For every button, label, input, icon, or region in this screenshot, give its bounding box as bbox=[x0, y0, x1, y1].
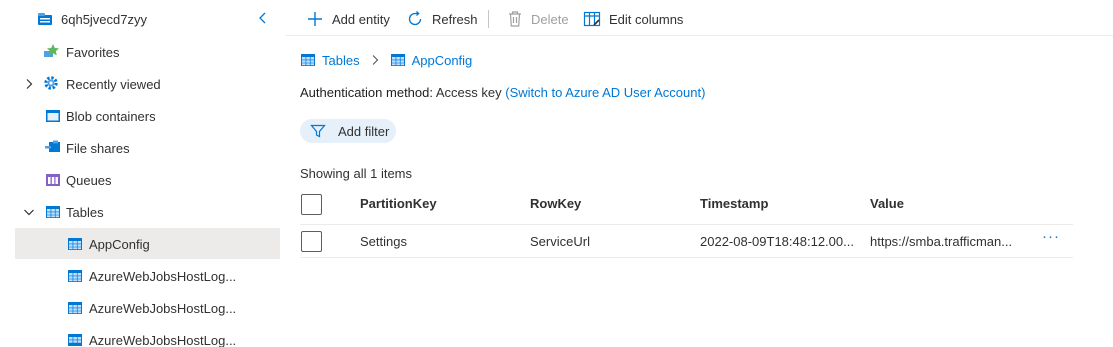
sidebar-item-label: Blob containers bbox=[66, 109, 156, 124]
breadcrumb: Tables AppConfig bbox=[300, 51, 472, 69]
table-icon bbox=[67, 300, 83, 316]
toolbar-divider bbox=[488, 10, 489, 28]
chevron-right-icon[interactable] bbox=[23, 78, 35, 90]
breadcrumb-appconfig[interactable]: AppConfig bbox=[390, 52, 473, 68]
sidebar-item-label: AppConfig bbox=[89, 237, 150, 252]
sidebar-item-label: Recently viewed bbox=[66, 77, 161, 92]
sidebar: 6qh5jvecd7zyy Favorites Recently viewed bbox=[0, 0, 286, 347]
add-filter-button[interactable]: Add filter bbox=[300, 119, 396, 143]
sidebar-item-appconfig[interactable]: AppConfig bbox=[15, 228, 280, 259]
refresh-icon bbox=[408, 11, 422, 26]
sidebar-item-favorites[interactable]: Favorites bbox=[15, 36, 280, 67]
auth-method-value: Access key bbox=[435, 85, 502, 100]
filter-icon bbox=[310, 124, 326, 138]
sidebar-item-label: Tables bbox=[66, 205, 104, 220]
file-share-icon bbox=[44, 139, 60, 155]
edit-columns-icon bbox=[583, 11, 601, 27]
column-header-rowkey[interactable]: RowKey bbox=[530, 196, 581, 211]
refresh-label: Refresh bbox=[432, 11, 478, 27]
sidebar-item-recently-viewed[interactable]: Recently viewed bbox=[15, 68, 280, 99]
breadcrumb-chevron-icon bbox=[370, 54, 380, 66]
column-header-timestamp[interactable]: Timestamp bbox=[700, 196, 768, 211]
table-icon bbox=[301, 54, 315, 66]
table-header: PartitionKey RowKey Timestamp Value bbox=[300, 186, 1073, 222]
trash-icon bbox=[509, 11, 521, 27]
sidebar-item-tables[interactable]: Tables bbox=[15, 196, 280, 227]
breadcrumb-tables[interactable]: Tables bbox=[300, 52, 360, 68]
table-row[interactable]: Settings ServiceUrl 2022-08-09T18:48:12.… bbox=[300, 224, 1073, 258]
switch-auth-link[interactable]: (Switch to Azure AD User Account) bbox=[505, 85, 705, 100]
sidebar-item-label: Favorites bbox=[66, 45, 120, 60]
column-header-value[interactable]: Value bbox=[870, 196, 904, 211]
delete-label: Delete bbox=[531, 11, 569, 27]
sidebar-item-label: AzureWebJobsHostLog... bbox=[89, 333, 237, 347]
sidebar-item-azurewebjobshostlogs-3[interactable]: AzureWebJobsHostLog... bbox=[15, 324, 280, 347]
more-actions-icon[interactable]: ··· bbox=[1042, 229, 1062, 248]
add-entity-label: Add entity bbox=[332, 11, 390, 27]
sidebar-item-blob-containers[interactable]: Blob containers bbox=[15, 100, 280, 131]
table-icon bbox=[67, 236, 83, 252]
select-all-checkbox[interactable] bbox=[301, 194, 322, 215]
sidebar-item-label: 6qh5jvecd7zyy bbox=[61, 12, 147, 27]
cell-rowkey: ServiceUrl bbox=[530, 234, 590, 249]
chevron-down-icon[interactable] bbox=[23, 206, 35, 218]
breadcrumb-tables-label: Tables bbox=[322, 52, 360, 68]
sidebar-item-storage-account[interactable]: 6qh5jvecd7zyy bbox=[15, 4, 280, 35]
refresh-button[interactable]: Refresh bbox=[406, 8, 478, 30]
blob-container-icon bbox=[45, 108, 61, 124]
cell-timestamp: 2022-08-09T18:48:12.00... bbox=[700, 234, 854, 249]
sidebar-item-label: AzureWebJobsHostLog... bbox=[89, 301, 237, 316]
main-panel: Add entity Refresh Delete Edit columns T… bbox=[286, 0, 1113, 347]
storage-account-icon bbox=[37, 11, 53, 27]
auth-method-label: Authentication method: bbox=[300, 85, 433, 100]
item-count: Showing all 1 items bbox=[300, 166, 412, 181]
authentication-method: Authentication method: Access key (Switc… bbox=[300, 85, 705, 100]
sidebar-item-file-shares[interactable]: File shares bbox=[15, 132, 280, 163]
row-checkbox[interactable] bbox=[301, 231, 322, 252]
column-header-partitionkey[interactable]: PartitionKey bbox=[360, 196, 437, 211]
edit-columns-label: Edit columns bbox=[609, 11, 684, 27]
sidebar-item-queues[interactable]: Queues bbox=[15, 164, 280, 195]
sidebar-item-azurewebjobshostlogs-2[interactable]: AzureWebJobsHostLog... bbox=[15, 292, 280, 323]
sidebar-item-label: AzureWebJobsHostLog... bbox=[89, 269, 237, 284]
edit-columns-button[interactable]: Edit columns bbox=[583, 8, 683, 30]
cell-value: https://smba.trafficman... bbox=[870, 234, 1013, 249]
table-icon bbox=[67, 268, 83, 284]
gear-icon bbox=[43, 75, 59, 91]
sidebar-item-azurewebjobshostlogs-1[interactable]: AzureWebJobsHostLog... bbox=[15, 260, 280, 291]
table-icon bbox=[67, 332, 83, 347]
sidebar-item-label: File shares bbox=[66, 141, 130, 156]
collapse-sidebar-chevron-icon[interactable] bbox=[256, 11, 270, 25]
plus-icon bbox=[308, 12, 322, 26]
table-icon bbox=[390, 54, 405, 66]
sidebar-item-label: Queues bbox=[66, 173, 112, 188]
add-filter-label: Add filter bbox=[338, 123, 390, 139]
add-entity-button[interactable]: Add entity bbox=[306, 8, 390, 30]
breadcrumb-appconfig-label: AppConfig bbox=[411, 52, 473, 68]
command-bar: Add entity Refresh Delete Edit columns bbox=[286, 0, 1113, 36]
star-icon bbox=[43, 43, 59, 59]
table-icon bbox=[45, 204, 61, 220]
delete-button[interactable]: Delete bbox=[507, 8, 569, 30]
queue-icon bbox=[45, 172, 61, 188]
cell-partitionkey: Settings bbox=[360, 234, 407, 249]
